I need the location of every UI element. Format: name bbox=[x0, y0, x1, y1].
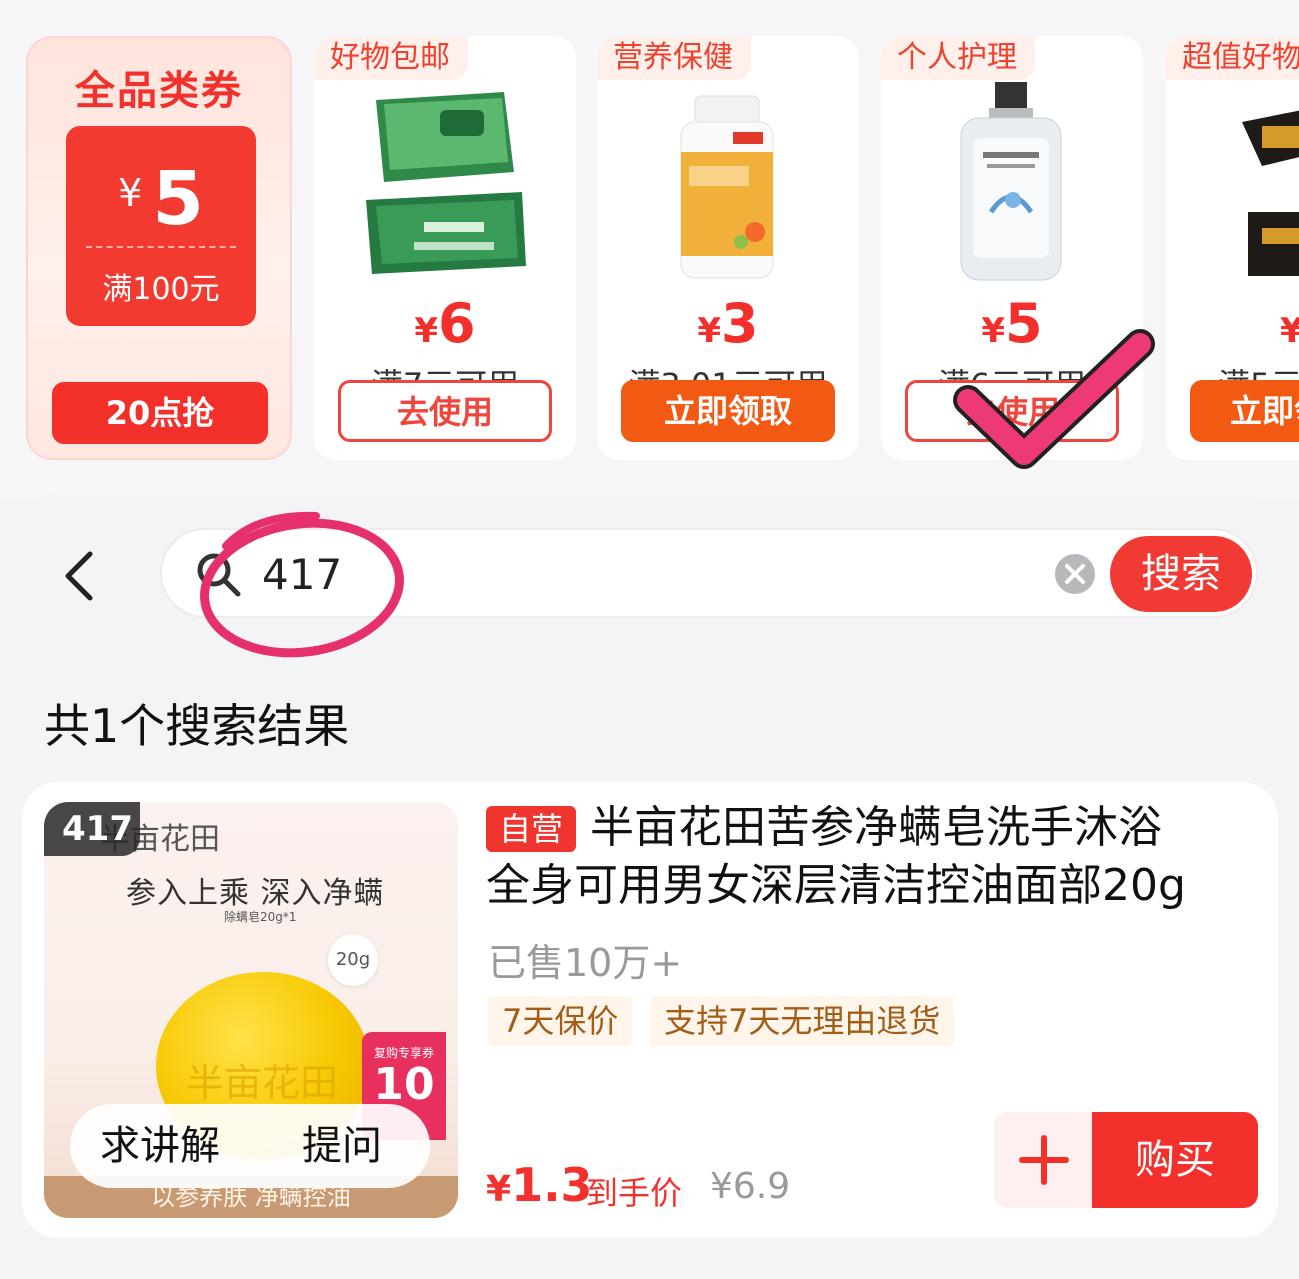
soap-emboss-text: 半亩花田 bbox=[186, 1061, 339, 1105]
currency-symbol: ¥ bbox=[486, 1169, 512, 1210]
search-button[interactable]: 搜索 bbox=[1110, 536, 1252, 612]
coupon-number: 10 bbox=[373, 1059, 435, 1110]
final-price: ¥1.3 bbox=[486, 1158, 593, 1212]
coupon-card-2[interactable]: 营养保健 ¥3 满3.01元可用 立即领取 bbox=[597, 36, 859, 460]
product-title-line-2[interactable]: 全身可用男女深层清洁控油面部20g bbox=[486, 858, 1186, 914]
snack-box-product-image bbox=[1242, 110, 1299, 276]
original-price: ¥6.9 bbox=[710, 1166, 791, 1207]
coupon-title: 全品类券 bbox=[75, 68, 243, 114]
rank-badge: 417 bbox=[44, 802, 140, 856]
claim-coupon-button[interactable]: 立即领取 bbox=[621, 380, 835, 442]
coupon-value: 5 bbox=[152, 156, 204, 242]
service-tag-price-protect: 7天保价 bbox=[488, 996, 633, 1046]
service-tag-return: 支持7天无理由退货 bbox=[650, 996, 955, 1046]
sold-count: 已售10万+ bbox=[488, 941, 683, 985]
coupon-value: 3 bbox=[721, 292, 759, 355]
clear-search-icon[interactable] bbox=[1054, 553, 1096, 595]
coupon-card-4[interactable]: 超值好物 ¥4 满5元可用 立即领取 bbox=[1166, 36, 1299, 460]
vitamin-c-product-image bbox=[680, 95, 774, 279]
currency-symbol: ¥ bbox=[1280, 311, 1299, 351]
price-value: 1.3 bbox=[511, 1158, 593, 1212]
wipes-product-image bbox=[366, 92, 526, 274]
final-price-label: 到手价 bbox=[586, 1174, 683, 1212]
result-count: 共1个搜索结果 bbox=[44, 699, 350, 753]
currency-symbol: ¥ bbox=[697, 311, 722, 351]
coupon-price: ¥3 bbox=[597, 292, 859, 355]
add-to-cart-button[interactable] bbox=[994, 1112, 1094, 1208]
plus-icon bbox=[1019, 1135, 1069, 1185]
image-weight-badge: 20g bbox=[328, 934, 378, 986]
self-operated-badge: 自营 bbox=[486, 806, 576, 852]
coupon-price: ¥6 bbox=[314, 292, 576, 355]
back-arrow-icon[interactable] bbox=[56, 548, 106, 604]
currency-symbol: ¥ bbox=[414, 311, 439, 351]
coupon-price: ¥4 bbox=[1166, 292, 1299, 355]
coupon-category-tag: 超值好物 bbox=[1166, 36, 1299, 80]
request-explain-button[interactable]: 求讲解 bbox=[100, 1104, 220, 1188]
use-coupon-button[interactable]: 去使用 bbox=[338, 380, 552, 442]
coupon-category-tag: 营养保健 bbox=[597, 36, 751, 80]
coupon-category-tag: 好物包邮 bbox=[314, 36, 468, 80]
coupon-condition: 满100元 bbox=[102, 272, 220, 307]
coupon-value: 6 bbox=[438, 292, 476, 355]
image-slogan-text: 参入上乘 深入净螨 bbox=[126, 876, 385, 911]
checkmark-annotation-icon bbox=[953, 329, 1155, 469]
coupon-amount: ¥5 bbox=[66, 156, 256, 242]
ask-question-button[interactable]: 提问 bbox=[302, 1104, 382, 1188]
coupon-ticket: ¥5 满100元 bbox=[66, 126, 256, 326]
circle-annotation-icon bbox=[200, 511, 404, 658]
currency-symbol: ¥ bbox=[118, 171, 143, 215]
grab-coupon-button[interactable]: 20点抢 bbox=[52, 382, 268, 444]
coupon-card-1[interactable]: 好物包邮 ¥6 满7元可用 去使用 bbox=[314, 36, 576, 460]
product-title-line-1[interactable]: 半亩花田苦参净螨皂洗手沐浴 bbox=[590, 800, 1162, 856]
coupon-strip: 全品类券 ¥5 满100元 20点抢 好物包邮 ¥6 满7元可用 去使用 营养保 bbox=[0, 0, 1299, 500]
claim-coupon-button[interactable]: 立即领取 bbox=[1190, 380, 1299, 442]
coupon-category-tag: 个人护理 bbox=[881, 36, 1035, 80]
buy-button[interactable]: 购买 bbox=[1092, 1112, 1258, 1208]
all-category-coupon[interactable]: 全品类券 ¥5 满100元 20点抢 bbox=[26, 36, 292, 460]
ticket-divider bbox=[86, 246, 236, 248]
ask-pill: 求讲解 提问 bbox=[70, 1104, 430, 1188]
image-sub-text: 除螨皂20g*1 bbox=[224, 910, 297, 924]
shampoo-product-image bbox=[960, 82, 1062, 281]
